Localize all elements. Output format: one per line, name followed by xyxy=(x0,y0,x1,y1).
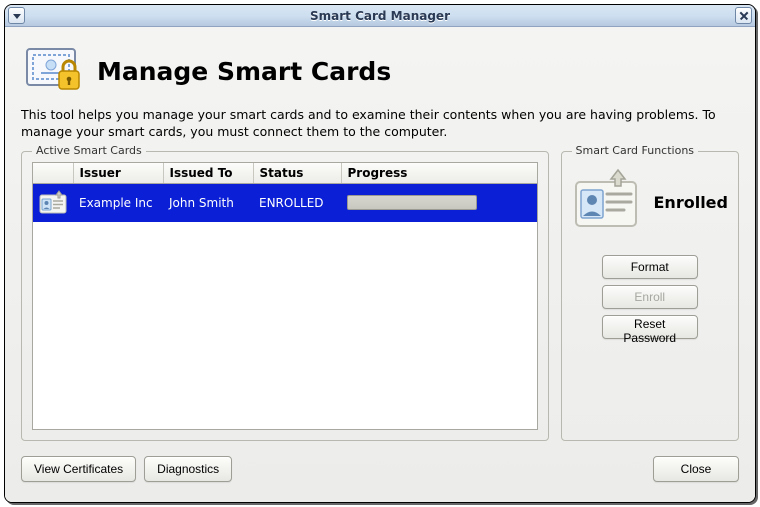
cell-progress xyxy=(341,183,537,222)
cell-issued-to: John Smith xyxy=(163,183,253,222)
window-frame: Smart Card Manager Manage Smart Cards Th… xyxy=(4,4,756,503)
col-header-icon[interactable] xyxy=(33,163,73,184)
functions-legend: Smart Card Functions xyxy=(572,144,699,157)
enroll-button: Enroll xyxy=(602,285,698,309)
window-menu-button[interactable] xyxy=(8,7,25,24)
card-row-icon xyxy=(33,183,73,222)
card-status-label: Enrolled xyxy=(654,193,728,212)
col-header-issuer[interactable]: Issuer xyxy=(73,163,163,184)
view-certificates-button[interactable]: View Certificates xyxy=(21,456,136,482)
smart-card-icon xyxy=(572,168,644,238)
diagnostics-button[interactable]: Diagnostics xyxy=(144,456,232,482)
col-header-status[interactable]: Status xyxy=(253,163,341,184)
bottom-button-row: View Certificates Diagnostics Close xyxy=(21,453,739,485)
cell-status: ENROLLED xyxy=(253,183,341,222)
functions-group: Smart Card Functions xyxy=(561,151,739,441)
table-row[interactable]: Example Inc John Smith ENROLLED xyxy=(33,183,537,222)
panels-row: Active Smart Cards Issuer Issued To xyxy=(21,151,739,441)
client-area: Manage Smart Cards This tool helps you m… xyxy=(5,27,755,502)
active-cards-legend: Active Smart Cards xyxy=(32,144,146,157)
col-header-issued-to[interactable]: Issued To xyxy=(163,163,253,184)
progress-bar xyxy=(347,195,477,210)
page-title: Manage Smart Cards xyxy=(97,57,391,86)
close-button[interactable]: Close xyxy=(653,456,739,482)
page-header: Manage Smart Cards xyxy=(21,41,739,101)
window-title: Smart Card Manager xyxy=(310,9,450,23)
reset-password-button[interactable]: Reset Password xyxy=(602,315,698,339)
format-button[interactable]: Format xyxy=(602,255,698,279)
certificate-lock-icon xyxy=(21,41,85,101)
cell-issuer: Example Inc xyxy=(73,183,163,222)
col-header-progress[interactable]: Progress xyxy=(341,163,537,184)
close-window-button[interactable] xyxy=(735,7,752,24)
active-cards-table: Issuer Issued To Status Progress xyxy=(32,162,538,430)
title-bar: Smart Card Manager xyxy=(5,5,755,27)
active-cards-group: Active Smart Cards Issuer Issued To xyxy=(21,151,549,441)
page-description: This tool helps you manage your smart ca… xyxy=(21,107,739,141)
